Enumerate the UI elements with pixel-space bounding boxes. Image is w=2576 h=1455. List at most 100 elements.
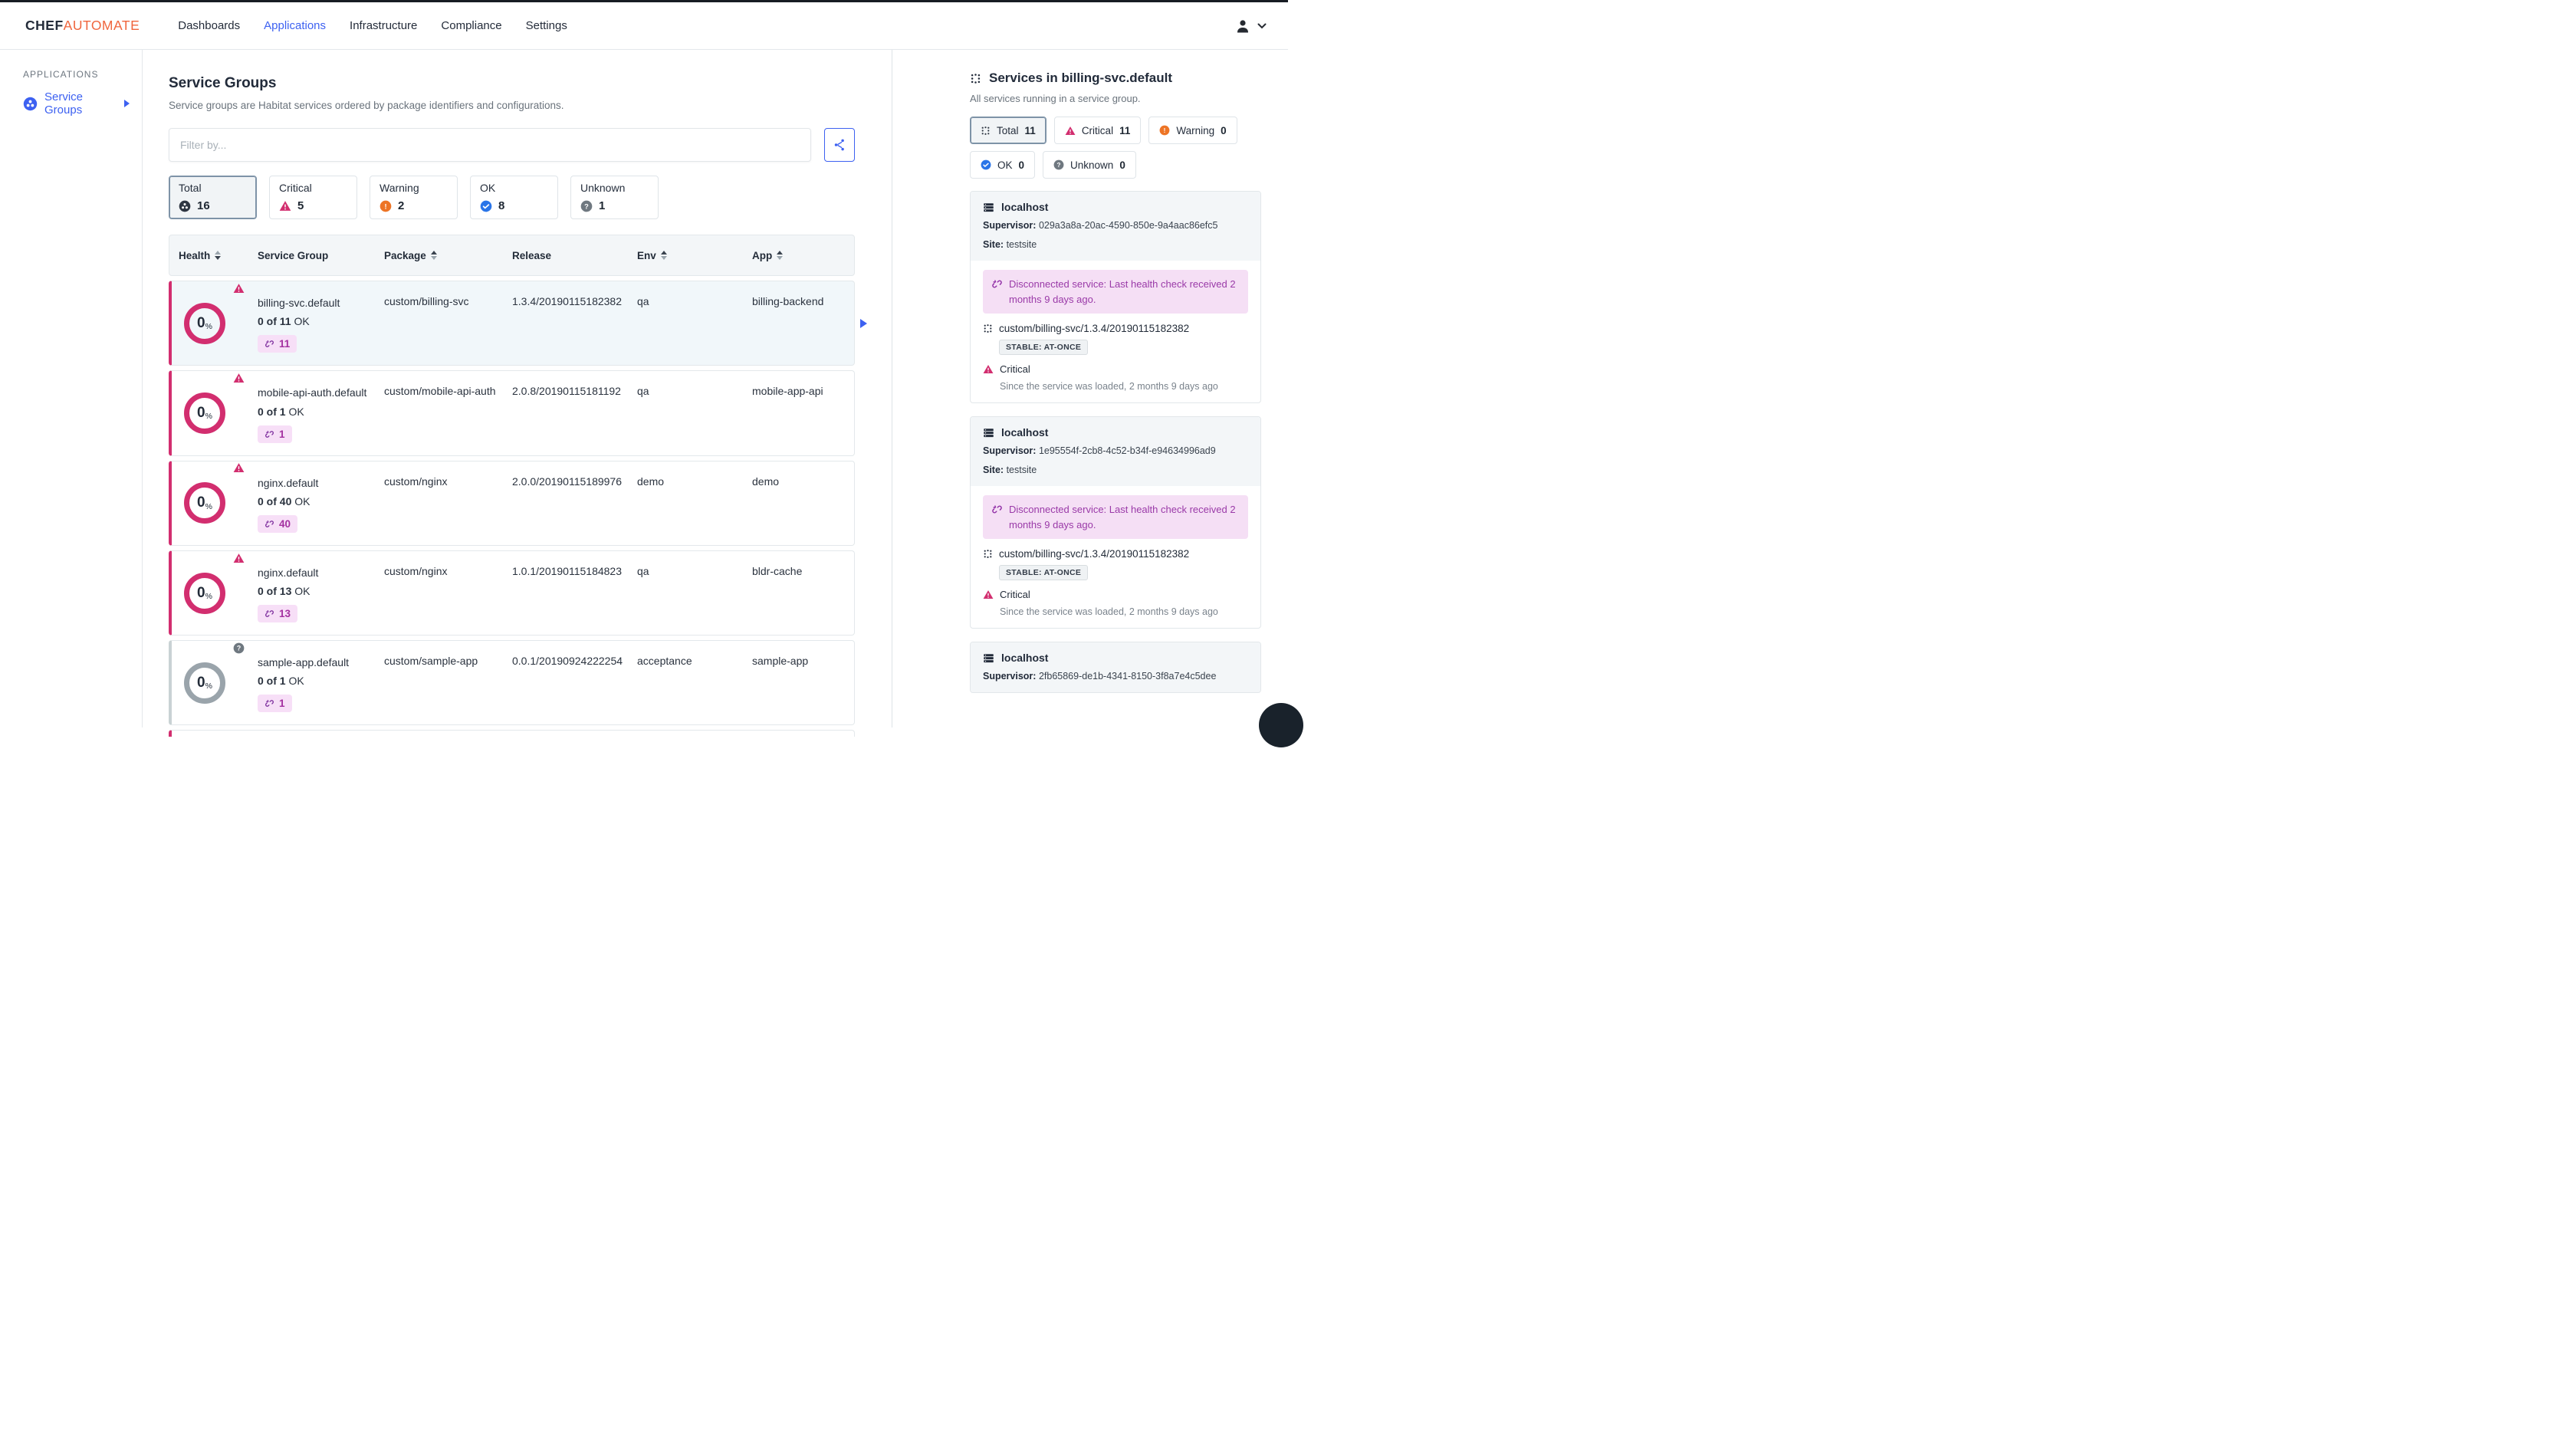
warning-circle-icon: !: [380, 200, 392, 212]
status-card-critical[interactable]: Critical 5: [269, 176, 357, 219]
table-row-partial: [169, 730, 855, 737]
status-card-ok[interactable]: OK 8: [470, 176, 558, 219]
host-name: localhost: [1001, 201, 1049, 213]
table-row[interactable]: 0% ? sample-app.default 0 of 1 OK 1 cust…: [169, 640, 855, 726]
status-card-total[interactable]: Total 16: [169, 176, 257, 219]
panel-title: Services in billing-svc.default: [989, 71, 1173, 85]
env-cell: acceptance: [637, 655, 692, 668]
nav-item-compliance[interactable]: Compliance: [441, 19, 501, 32]
disconnected-banner: Disconnected service: Last health check …: [983, 495, 1248, 539]
unknown-question-icon: ?: [580, 200, 593, 212]
service-card-header: localhost Supervisor: 1e95554f-2cb8-4c52…: [971, 417, 1260, 486]
service-package-id: custom/billing-svc/1.3.4/20190115182382: [999, 323, 1190, 334]
supervisor-line: Supervisor: 1e95554f-2cb8-4c52-b34f-e946…: [983, 445, 1216, 456]
share-icon: [833, 138, 846, 152]
broken-link-icon: [991, 502, 1003, 532]
health-donut: 0%: [184, 662, 225, 704]
site-line: Site: testsite: [983, 239, 1037, 250]
channel-strategy-tag: STABLE: AT-ONCE: [999, 340, 1089, 355]
service-card-header: localhost Supervisor: 029a3a8a-20ac-4590…: [971, 192, 1260, 261]
table-row[interactable]: 0% mobile-api-auth.default 0 of 1 OK 1 c…: [169, 370, 855, 456]
status-card-unknown[interactable]: Unknown ? 1: [570, 176, 659, 219]
broken-link-icon: [991, 277, 1003, 307]
env-cell: qa: [637, 564, 649, 577]
status-card-label: OK: [480, 182, 496, 194]
column-header-health[interactable]: Health: [169, 250, 258, 261]
user-menu[interactable]: [1234, 17, 1273, 35]
critical-triangle-icon: [1065, 126, 1076, 136]
chip-critical[interactable]: Critical 11: [1053, 117, 1142, 144]
svg-text:?: ?: [1057, 162, 1061, 169]
app-cell: billing-backend: [752, 295, 824, 307]
top-navbar: CHEFAUTOMATE Dashboards Applications Inf…: [0, 2, 1288, 50]
column-label: App: [752, 249, 773, 261]
table-row[interactable]: 0% billing-svc.default 0 of 11 OK 11 cus…: [169, 281, 867, 366]
column-header-release[interactable]: Release: [512, 250, 637, 261]
chip-total[interactable]: Total 11: [970, 117, 1046, 144]
chip-ok[interactable]: OK 0: [970, 151, 1036, 179]
open-panel-caret-icon[interactable]: [860, 318, 867, 328]
status-card-count: 5: [297, 199, 304, 212]
table-row[interactable]: 0% nginx.default 0 of 40 OK 40 custom/ng…: [169, 460, 855, 546]
disconnected-count-badge: 1: [258, 425, 292, 443]
app-cell: sample-app: [752, 655, 809, 668]
status-card-label: Total: [179, 182, 202, 194]
chip-label: Warning: [1176, 124, 1215, 136]
column-label: Health: [179, 249, 211, 261]
service-group-name: nginx.default: [258, 476, 319, 489]
chip-unknown[interactable]: ? Unknown 0: [1043, 151, 1136, 179]
applications-sidebar: APPLICATIONS Service Groups: [0, 50, 143, 728]
disconnected-count-badge: 11: [258, 335, 297, 353]
column-header-package[interactable]: Package: [384, 250, 512, 261]
panel-status-chips: Total 11 Critical 11 ! Warning 0 OK 0 ? …: [970, 117, 1261, 179]
chip-warning[interactable]: ! Warning 0: [1148, 117, 1237, 144]
channel-strategy-tag: STABLE: AT-ONCE: [999, 565, 1089, 580]
unknown-question-icon: ?: [1053, 159, 1064, 170]
sidebar-item-service-groups[interactable]: Service Groups: [23, 90, 130, 117]
nav-item-settings[interactable]: Settings: [526, 19, 567, 32]
broken-link-icon: [264, 698, 274, 708]
app-cell: mobile-app-api: [752, 385, 823, 398]
svg-text:?: ?: [237, 644, 241, 652]
column-label: Service Group: [258, 249, 329, 261]
health-donut: 0%: [184, 392, 225, 434]
status-card-count: 1: [599, 199, 606, 212]
critical-triangle-icon: [983, 364, 994, 374]
package-cell: custom/nginx: [384, 475, 448, 488]
panel-subtitle: All services running in a service group.: [970, 93, 1141, 104]
status-card-warning[interactable]: Warning ! 2: [370, 176, 458, 219]
column-header-env[interactable]: Env: [637, 250, 752, 261]
table-header: Health Service Group Package Release Env: [169, 235, 855, 276]
user-icon: [1234, 17, 1252, 35]
service-card-header: localhost Supervisor: 2fb65869-de1b-4341…: [971, 642, 1260, 692]
main-navigation: Dashboards Applications Infrastructure C…: [178, 19, 567, 32]
sidebar-item-label: Service Groups: [44, 90, 84, 117]
nav-item-applications[interactable]: Applications: [264, 19, 326, 32]
server-icon: [983, 202, 994, 213]
env-cell: qa: [637, 385, 649, 398]
chef-automate-logo[interactable]: CHEFAUTOMATE: [25, 18, 140, 34]
chip-label: OK: [997, 159, 1013, 171]
cluster-icon: [179, 200, 191, 212]
table-row[interactable]: 0% nginx.default 0 of 13 OK 13 custom/ng…: [169, 550, 855, 636]
nav-item-dashboards[interactable]: Dashboards: [178, 19, 240, 32]
env-cell: qa: [637, 295, 649, 307]
disconnected-banner-text: Disconnected service: Last health check …: [1009, 504, 1236, 530]
chip-count: 11: [1119, 124, 1131, 136]
services-dots-icon: [970, 73, 981, 84]
column-header-service-group[interactable]: Service Group: [258, 250, 384, 261]
status-card-label: Unknown: [580, 182, 626, 194]
sidebar-expand-arrow-icon[interactable]: [124, 100, 130, 107]
service-groups-icon: [23, 97, 38, 111]
release-cell: 2.0.0/20190115189976: [512, 475, 622, 488]
column-header-app[interactable]: App: [752, 250, 854, 261]
critical-triangle-icon: [983, 590, 994, 599]
service-group-name: billing-svc.default: [258, 297, 340, 309]
filter-input[interactable]: [169, 128, 811, 162]
chat-beacon[interactable]: [1259, 703, 1303, 747]
share-button[interactable]: [824, 128, 855, 162]
column-label: Env: [637, 249, 656, 261]
critical-triangle-icon: [233, 553, 245, 563]
nav-item-infrastructure[interactable]: Infrastructure: [350, 19, 417, 32]
since-loaded-text: Since the service was loaded, 2 months 9…: [1000, 606, 1218, 617]
